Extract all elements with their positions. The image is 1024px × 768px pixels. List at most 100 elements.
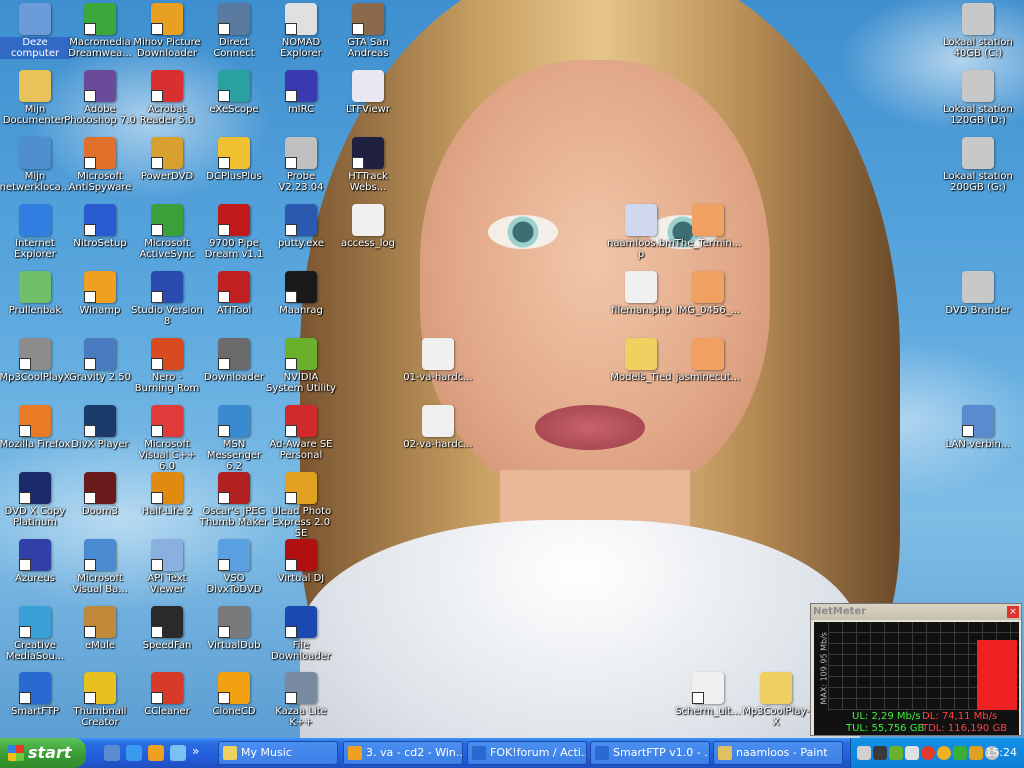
desktop-icon-image — [692, 204, 724, 236]
desktop-icon[interactable]: access_log — [332, 204, 404, 249]
desktop-icon[interactable]: Internet Explorer — [0, 204, 71, 260]
desktop-icon[interactable]: CCleaner — [131, 672, 203, 717]
desktop-icon[interactable]: NOMAD Explorer — [265, 3, 337, 59]
desktop-icon[interactable]: VSO DivxToDVD — [198, 539, 270, 595]
winamp-quicklaunch-icon[interactable] — [148, 745, 164, 761]
desktop-icon[interactable]: IMG_0456_... — [672, 271, 744, 316]
desktop-icon[interactable]: DCPlusPlus — [198, 137, 270, 182]
desktop-icon[interactable]: Creative MediaSou... — [0, 606, 71, 662]
desktop-icon[interactable]: PowerDVD — [131, 137, 203, 182]
desktop-icon[interactable]: Deze computer — [0, 3, 71, 59]
desktop-icon[interactable]: Nero - Burning Rom — [131, 338, 203, 394]
desktop-icon[interactable]: Oscar's JPEG Thumb Maker — [198, 472, 270, 528]
desktop-icon[interactable]: Direct Connect — [198, 3, 270, 59]
desktop-icon[interactable]: Mijn netwerkloca... — [0, 137, 71, 193]
desktop-icon[interactable]: Adobe Photoshop 7.0 — [64, 70, 136, 126]
desktop-icon[interactable]: putty.exe — [265, 204, 337, 249]
desktop-icon[interactable]: 02-va-hardc... — [402, 405, 474, 450]
desktop-icon[interactable]: GTA San Andreas — [332, 3, 404, 59]
desktop-icon[interactable]: Azureus — [0, 539, 71, 584]
desktop-icon[interactable]: The_Termin... — [672, 204, 744, 249]
desktop-icon[interactable]: LAN-verbin... — [942, 405, 1014, 450]
desktop-icon[interactable]: Microsoft Visual Ba... — [64, 539, 136, 595]
desktop-icon[interactable]: Downloader — [198, 338, 270, 383]
desktop-icon[interactable]: Maanrag — [265, 271, 337, 316]
desktop-icon[interactable]: Half-Life 2 — [131, 472, 203, 517]
desktop-icon[interactable]: Mp3CoolPlayX — [0, 338, 71, 383]
desktop-icon[interactable]: Ulead Photo Express 2.0 SE — [265, 472, 337, 539]
desktop-icon[interactable]: SpeedFan — [131, 606, 203, 651]
tray-icon-4[interactable] — [905, 746, 919, 760]
desktop-icon[interactable]: Virtual DJ — [265, 539, 337, 584]
tray-icon-7[interactable] — [953, 746, 967, 760]
desktop-icon[interactable]: Mozilla Firefox — [0, 405, 71, 450]
desktop-icon-image — [19, 70, 51, 102]
desktop-icon[interactable]: Microsoft Visual C++ 6.0 — [131, 405, 203, 472]
desktop-icon[interactable]: Lokaal station 40GB (C:) — [942, 3, 1014, 59]
netmeter-title[interactable]: NetMeter — [811, 604, 1021, 620]
desktop-icon[interactable]: Ad-Aware SE Personal — [265, 405, 337, 461]
tray-icon-6[interactable] — [937, 746, 951, 760]
show-desktop-icon[interactable] — [104, 745, 120, 761]
desktop-icon[interactable]: fileman.php — [605, 271, 677, 316]
desktop-icon-image — [84, 271, 116, 303]
desktop-icon[interactable]: Models_Tied — [605, 338, 677, 383]
clock[interactable]: 15:24 — [985, 738, 1017, 768]
netmeter-window[interactable]: NetMeter × MAX: 109.95 Mb/s UL: 2,29 Mb/… — [810, 603, 1022, 736]
quicklaunch-chevron-icon[interactable]: » — [192, 744, 199, 758]
desktop-icon[interactable]: Mijn Documenten — [0, 70, 71, 126]
desktop-icon[interactable]: naamloos.bmp — [605, 204, 677, 260]
desktop-icon[interactable]: File Downloader — [265, 606, 337, 662]
desktop-icon[interactable]: 01-va-hardc... — [402, 338, 474, 383]
desktop-icon[interactable]: NitroSetup — [64, 204, 136, 249]
start-button[interactable]: start — [0, 738, 86, 768]
desktop-icon[interactable]: Probe V2.23.04 — [265, 137, 337, 193]
desktop-icon[interactable]: ATITool — [198, 271, 270, 316]
desktop-icon[interactable]: Lokaal station 200GB (G:) — [942, 137, 1014, 193]
desktop-icon[interactable]: Thumbnail Creator — [64, 672, 136, 728]
desktop-icon[interactable]: Macromedia Dreamwea... — [64, 3, 136, 59]
tray-icon-5[interactable] — [921, 746, 935, 760]
desktop-icon[interactable]: Doom3 — [64, 472, 136, 517]
taskbar-button[interactable]: 3. va - cd2 - Win... — [343, 741, 463, 765]
tray-icon-2[interactable] — [873, 746, 887, 760]
desktop-icon[interactable]: mIRC — [265, 70, 337, 115]
desktop-icon[interactable]: jasminecut... — [672, 338, 744, 383]
taskbar-button[interactable]: SmartFTP v1.0 - ... — [590, 741, 710, 765]
desktop-icon[interactable]: Winamp — [64, 271, 136, 316]
desktop-icon[interactable]: Gravity 2.50 — [64, 338, 136, 383]
desktop-icon[interactable]: Lokaal station 120GB (D:) — [942, 70, 1014, 126]
desktop-icon[interactable]: Scherm_uit... — [672, 672, 744, 717]
desktop-icon[interactable]: HTTrack Webs... — [332, 137, 404, 193]
desktop-icon[interactable]: Acrobat Reader 5.0 — [131, 70, 203, 126]
msn-quicklaunch-icon[interactable] — [170, 745, 186, 761]
desktop-icon[interactable]: Studio Version 8 — [131, 271, 203, 327]
desktop-icon[interactable]: DivX Player — [64, 405, 136, 450]
desktop-icon[interactable]: Kazaa Lite K++ — [265, 672, 337, 728]
desktop-icon[interactable]: Prullenbak — [0, 271, 71, 316]
tray-icon-3[interactable] — [889, 746, 903, 760]
desktop-icon[interactable]: Microsoft ActiveSync — [131, 204, 203, 260]
desktop-icon[interactable]: CloneCD — [198, 672, 270, 717]
taskbar-button[interactable]: My Music — [218, 741, 338, 765]
close-icon[interactable]: × — [1007, 606, 1019, 618]
desktop-icon[interactable]: DVD Brander — [942, 271, 1014, 316]
desktop-icon[interactable]: API Text Viewer — [131, 539, 203, 595]
desktop-icon[interactable]: LTFViewr — [332, 70, 404, 115]
desktop-icon[interactable]: SmartFTP — [0, 672, 71, 717]
desktop-icon[interactable]: Mp3CoolPlay-X — [740, 672, 812, 728]
desktop-icon[interactable]: MSN Messenger 6.2 — [198, 405, 270, 472]
desktop-icon[interactable]: Mihov Picture Downloader — [131, 3, 203, 59]
taskbar-button[interactable]: naamloos - Paint — [713, 741, 843, 765]
ie-quicklaunch-icon[interactable] — [126, 745, 142, 761]
desktop-icon[interactable]: eMule — [64, 606, 136, 651]
tray-icon-1[interactable] — [857, 746, 871, 760]
desktop-icon[interactable]: 9700 Pipe Dream v1.1 — [198, 204, 270, 260]
desktop-icon[interactable]: VirtualDub — [198, 606, 270, 651]
taskbar-button[interactable]: FOK!forum / Acti... — [467, 741, 587, 765]
desktop-icon[interactable]: NVIDIA System Utility — [265, 338, 337, 394]
tray-icon-8[interactable] — [969, 746, 983, 760]
desktop-icon[interactable]: eXeScope — [198, 70, 270, 115]
desktop-icon[interactable]: DVD X Copy Platinum — [0, 472, 71, 528]
desktop-icon[interactable]: Microsoft AntiSpyware — [64, 137, 136, 193]
